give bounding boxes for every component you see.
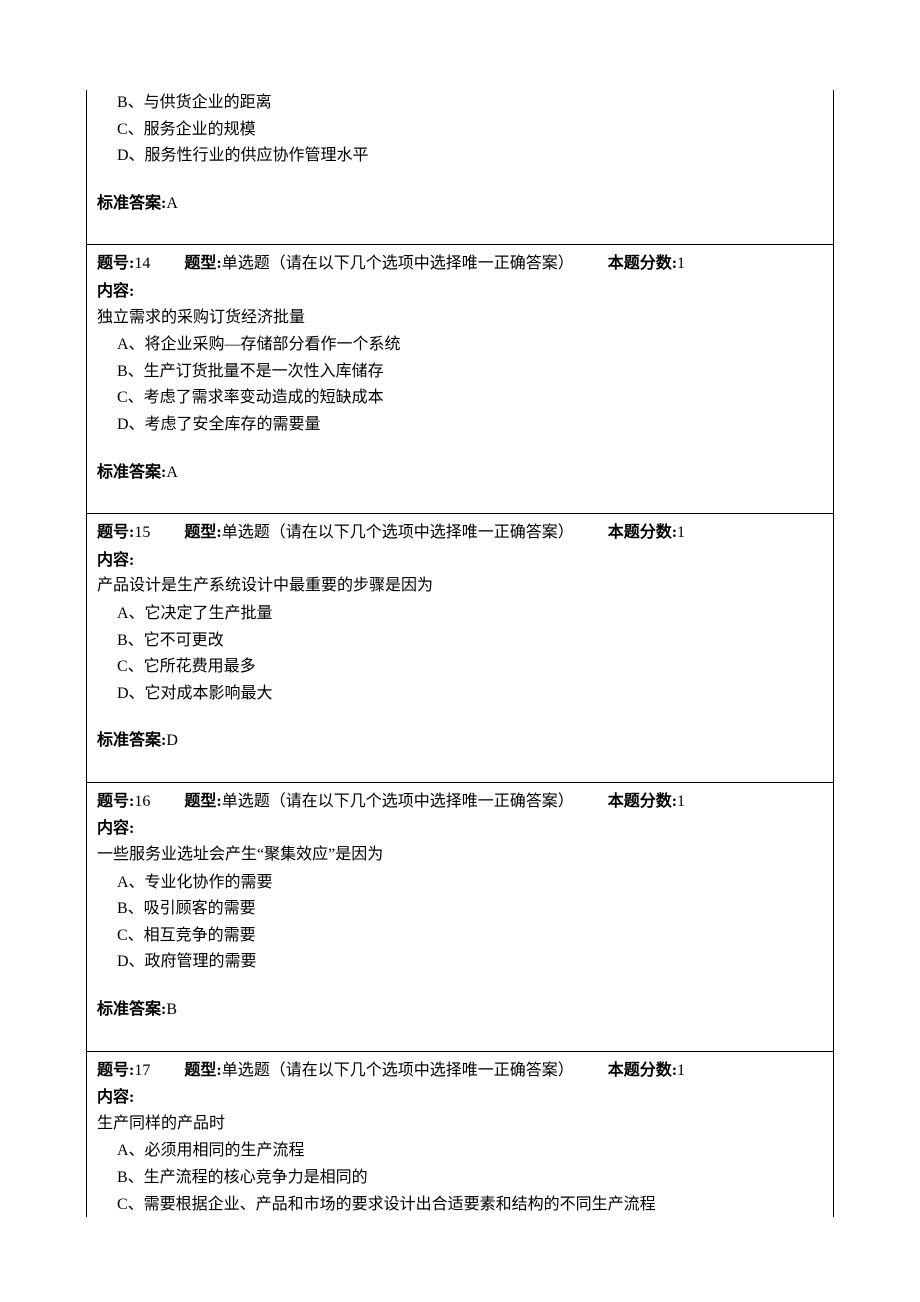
answer-label: 标准答案:	[97, 1001, 166, 1018]
score-label: 本题分数:	[608, 1062, 677, 1079]
question-15: 题号:15 题型:单选题（请在以下几个选项中选择唯一正确答案） 本题分数:1 内…	[87, 514, 833, 782]
score-value: 1	[677, 524, 685, 541]
option-b: B、生产订货批量不是一次性入库储存	[117, 359, 823, 385]
option-a: A、它决定了生产批量	[117, 601, 823, 627]
no-value: 16	[134, 793, 150, 810]
score-value: 1	[677, 255, 685, 272]
question-prompt: 产品设计是生产系统设计中最重要的步骤是因为	[97, 573, 823, 599]
option-list: A、专业化协作的需要 B、吸引顾客的需要 C、相互竞争的需要 D、政府管理的需要	[97, 870, 823, 975]
option-a: A、将企业采购—存储部分看作一个系统	[117, 332, 823, 358]
type-label: 题型:	[184, 793, 221, 810]
question-prompt: 独立需求的采购订货经济批量	[97, 305, 823, 331]
question-17: 题号:17 题型:单选题（请在以下几个选项中选择唯一正确答案） 本题分数:1 内…	[87, 1052, 833, 1218]
no-label: 题号:	[97, 793, 134, 810]
type-value: 单选题（请在以下几个选项中选择唯一正确答案）	[222, 524, 574, 541]
no-label: 题号:	[97, 1062, 134, 1079]
option-list: B、与供货企业的距离 C、服务企业的规模 D、服务性行业的供应协作管理水平	[97, 90, 823, 169]
option-c: C、相互竞争的需要	[117, 923, 823, 949]
option-list: A、将企业采购—存储部分看作一个系统 B、生产订货批量不是一次性入库储存 C、考…	[97, 332, 823, 437]
no-value: 17	[134, 1062, 150, 1079]
content-label: 内容:	[97, 548, 823, 574]
score-label: 本题分数:	[608, 255, 677, 272]
type-label: 题型:	[184, 1062, 221, 1079]
content-label: 内容:	[97, 1085, 823, 1111]
type-value: 单选题（请在以下几个选项中选择唯一正确答案）	[222, 255, 574, 272]
question-16: 题号:16 题型:单选题（请在以下几个选项中选择唯一正确答案） 本题分数:1 内…	[87, 783, 833, 1051]
option-c: C、它所花费用最多	[117, 654, 823, 680]
option-b: B、生产流程的核心竞争力是相同的	[117, 1165, 823, 1191]
content-label: 内容:	[97, 279, 823, 305]
answer-label: 标准答案:	[97, 464, 166, 481]
option-c: C、服务企业的规模	[117, 117, 823, 143]
exam-page: B、与供货企业的距离 C、服务企业的规模 D、服务性行业的供应协作管理水平 标准…	[86, 90, 834, 1217]
option-d: D、政府管理的需要	[117, 949, 823, 975]
question-prompt: 一些服务业选址会产生“聚集效应”是因为	[97, 842, 823, 868]
option-d: D、考虑了安全库存的需要量	[117, 412, 823, 438]
question-header: 题号:14 题型:单选题（请在以下几个选项中选择唯一正确答案） 本题分数:1	[97, 251, 823, 277]
question-header: 题号:17 题型:单选题（请在以下几个选项中选择唯一正确答案） 本题分数:1	[97, 1058, 823, 1084]
type-value: 单选题（请在以下几个选项中选择唯一正确答案）	[222, 1062, 574, 1079]
option-c: C、需要根据企业、产品和市场的要求设计出合适要素和结构的不同生产流程	[117, 1192, 823, 1218]
question-14: 题号:14 题型:单选题（请在以下几个选项中选择唯一正确答案） 本题分数:1 内…	[87, 245, 833, 513]
score-value: 1	[677, 1062, 685, 1079]
score-value: 1	[677, 793, 685, 810]
question-13-tail: B、与供货企业的距离 C、服务企业的规模 D、服务性行业的供应协作管理水平 标准…	[87, 90, 833, 244]
option-d: D、服务性行业的供应协作管理水平	[117, 143, 823, 169]
answer-label: 标准答案:	[97, 732, 166, 749]
answer-line: 标准答案:B	[97, 997, 823, 1023]
question-header: 题号:16 题型:单选题（请在以下几个选项中选择唯一正确答案） 本题分数:1	[97, 789, 823, 815]
option-c: C、考虑了需求率变动造成的短缺成本	[117, 385, 823, 411]
option-a: A、必须用相同的生产流程	[117, 1138, 823, 1164]
question-prompt: 生产同样的产品时	[97, 1111, 823, 1137]
score-label: 本题分数:	[608, 793, 677, 810]
answer-line: 标准答案:A	[97, 191, 823, 217]
no-value: 14	[134, 255, 150, 272]
type-label: 题型:	[184, 255, 221, 272]
content-label: 内容:	[97, 816, 823, 842]
no-label: 题号:	[97, 255, 134, 272]
answer-value: A	[166, 195, 178, 212]
answer-value: A	[166, 464, 178, 481]
no-label: 题号:	[97, 524, 134, 541]
option-b: B、吸引顾客的需要	[117, 896, 823, 922]
answer-line: 标准答案:A	[97, 460, 823, 486]
answer-value: D	[166, 732, 178, 749]
type-value: 单选题（请在以下几个选项中选择唯一正确答案）	[222, 793, 574, 810]
score-label: 本题分数:	[608, 524, 677, 541]
answer-label: 标准答案:	[97, 195, 166, 212]
option-b: B、与供货企业的距离	[117, 90, 823, 116]
option-b: B、它不可更改	[117, 628, 823, 654]
option-a: A、专业化协作的需要	[117, 870, 823, 896]
option-d: D、它对成本影响最大	[117, 681, 823, 707]
option-list: A、它决定了生产批量 B、它不可更改 C、它所花费用最多 D、它对成本影响最大	[97, 601, 823, 706]
answer-line: 标准答案:D	[97, 728, 823, 754]
answer-value: B	[166, 1001, 177, 1018]
type-label: 题型:	[184, 524, 221, 541]
question-header: 题号:15 题型:单选题（请在以下几个选项中选择唯一正确答案） 本题分数:1	[97, 520, 823, 546]
no-value: 15	[134, 524, 150, 541]
option-list: A、必须用相同的生产流程 B、生产流程的核心竞争力是相同的 C、需要根据企业、产…	[97, 1138, 823, 1217]
